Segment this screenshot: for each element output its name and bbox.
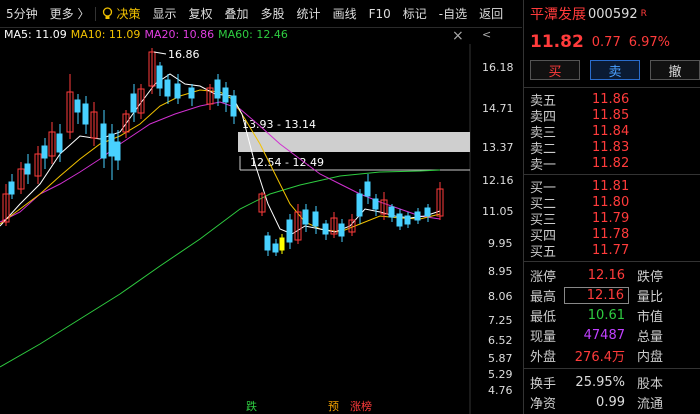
lightbulb-icon (103, 7, 113, 19)
toolbar-mark[interactable]: 标记 (397, 0, 433, 28)
toolbar-juece[interactable]: 决策 (96, 0, 146, 28)
gap-zone-lower-label: 12.54 - 12.49 (250, 156, 324, 169)
candlestick-chart[interactable]: 16.18 14.71 13.37 12.16 11.05 9.95 8.95 … (0, 44, 522, 414)
y-tick: 4.76 (488, 384, 513, 397)
buy-order-book: 买一 11.81 买二 11.80 买三 11.79 买四 11.78 买五 11.77 (524, 178, 700, 260)
price-line: 11.82 0.77 6.97% (524, 28, 700, 56)
ma5-value: MA5: 11.09 (4, 28, 67, 41)
toolbar-multi-stock[interactable]: 多股 (255, 0, 291, 28)
close-icon[interactable]: × (452, 28, 464, 44)
stat-row: 最低 10.61 市值 (530, 307, 664, 325)
gap-zone-upper (238, 132, 470, 152)
sell-order-book: 卖五 11.86 卖四 11.85 卖三 11.84 卖二 11.83 卖一 11.82 (524, 91, 700, 173)
toolbar-f10[interactable]: F10 (363, 0, 397, 28)
stat-row: 换手 25.95% 股本 (530, 374, 664, 392)
stat-row: 最高 12.16 量比 (530, 286, 664, 305)
toolbar-back[interactable]: 返回 (473, 0, 509, 28)
y-tick: 8.06 (488, 290, 513, 303)
price-change: 0.77 (591, 34, 621, 50)
y-tick: 5.87 (488, 352, 513, 365)
toolbar-display[interactable]: 显示 (146, 0, 182, 28)
stock-flag: R (640, 9, 647, 19)
toolbar-remove-watchlist[interactable]: -自选 (433, 0, 473, 28)
event-mark-down[interactable]: 跌 (246, 399, 257, 413)
juece-label: 决策 (116, 6, 141, 21)
buy-button[interactable]: 买 (530, 60, 580, 80)
quote-stats-2: 换手 25.95% 股本 净资 0.99 流通 (524, 372, 700, 412)
y-tick: 11.05 (482, 205, 514, 218)
toolbar-draw-line[interactable]: 画线 (327, 0, 363, 28)
divider (524, 261, 700, 262)
divider (524, 174, 700, 175)
y-tick: 5.29 (488, 368, 513, 381)
stat-row: 现量 47487 总量 (530, 327, 664, 345)
price-axis: 16.18 14.71 13.37 12.16 11.05 9.95 8.95 … (482, 61, 514, 397)
divider (524, 87, 700, 88)
stock-code: 000592 (588, 6, 638, 22)
high-marker-line (153, 51, 167, 55)
period-selector[interactable]: 5分钟 (0, 0, 44, 28)
ma-legend: MA5: 11.09 MA10: 11.09 MA20: 10.86 MA60:… (0, 28, 288, 44)
ma10-value: MA10: 11.09 (70, 28, 141, 41)
stat-row: 净资 0.99 流通 (530, 394, 664, 412)
stat-row: 涨停 12.16 跌停 (530, 267, 664, 285)
price-change-pct: 6.97% (628, 34, 671, 50)
trade-buttons: 买 卖 撤 (524, 56, 700, 84)
y-tick: 12.16 (482, 174, 514, 187)
stock-header: 平潭发展 000592 R (524, 0, 700, 28)
y-tick: 7.25 (488, 314, 513, 327)
toolbar-stats[interactable]: 统计 (291, 0, 327, 28)
chart-toolbar: 5分钟 更多 〉 决策 显示 复权 叠加 多股 统计 画线 F10 标记 -自选… (0, 0, 522, 28)
toolbar-overlay[interactable]: 叠加 (219, 0, 255, 28)
quote-stats: 涨停 12.16 跌停 最高 12.16 量比 最低 10.61 市值 现量 47487 总量 … (524, 265, 700, 365)
ma20-value: MA20: 10.86 (144, 28, 215, 41)
more-menu[interactable]: 更多 〉 (44, 0, 96, 28)
y-tick: 16.18 (482, 61, 514, 74)
collapse-arrow-icon[interactable]: < (482, 28, 491, 41)
order-book-row: 买五 11.77 (530, 242, 630, 260)
toolbar-fuquan[interactable]: 复权 (183, 0, 219, 28)
sell-button[interactable]: 卖 (590, 60, 640, 80)
event-mark-forecast[interactable]: 预 (328, 400, 339, 413)
quote-panel: 平潭发展 000592 R 11.82 0.77 6.97% 买 卖 撤 卖五 1… (523, 0, 700, 414)
y-tick: 9.95 (488, 237, 513, 250)
stock-name: 平潭发展 (530, 7, 586, 23)
current-price: 11.82 (530, 32, 584, 52)
event-mark-gainers[interactable]: 涨榜 (350, 399, 372, 413)
y-tick: 14.71 (482, 102, 514, 115)
high-price-label: 16.86 (168, 48, 200, 61)
divider (524, 368, 700, 369)
order-book-row: 卖一 11.82 (530, 155, 630, 173)
cancel-order-button[interactable]: 撤 (650, 60, 700, 80)
stat-row: 外盘 276.4万 内盘 (530, 349, 664, 365)
ma60-value: MA60: 12.46 (218, 28, 288, 41)
y-tick: 8.95 (488, 265, 513, 278)
y-tick: 13.37 (482, 141, 514, 154)
y-tick: 6.52 (488, 334, 513, 347)
